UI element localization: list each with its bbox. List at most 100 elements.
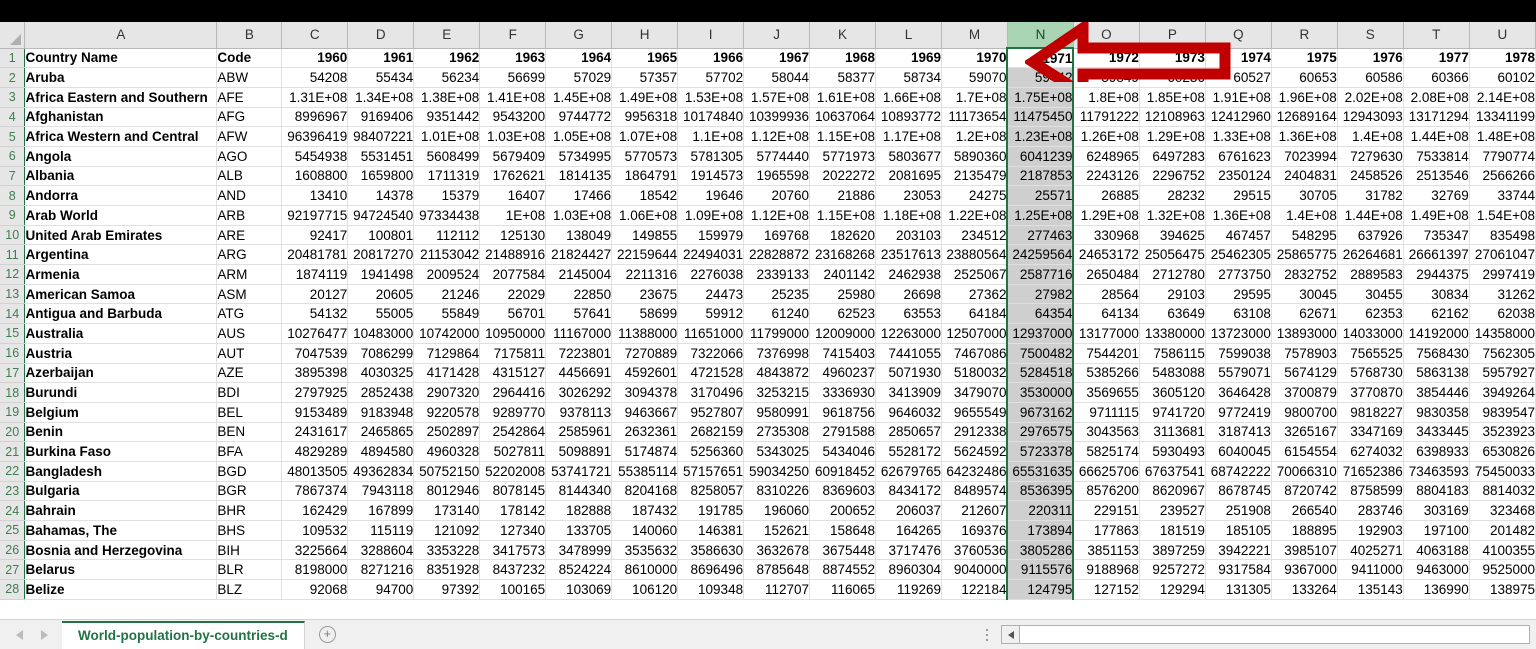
data-cell[interactable]: 8536395 xyxy=(1006,481,1075,502)
data-cell[interactable]: 8960304 xyxy=(875,559,942,581)
data-cell[interactable]: 28232 xyxy=(1139,185,1206,206)
data-cell[interactable]: 2350124 xyxy=(1205,166,1272,187)
table-row[interactable]: 27 Belarus BLR 8198000 8271216 8351928 8437232… xyxy=(0,559,1536,581)
data-cell[interactable]: 27061047 xyxy=(1469,244,1536,266)
data-cell[interactable]: 13341199 xyxy=(1469,107,1536,128)
data-cell[interactable]: 29595 xyxy=(1205,284,1272,305)
data-cell[interactable]: 1.15E+08 xyxy=(809,126,877,147)
data-cell[interactable]: 127152 xyxy=(1073,579,1140,600)
data-cell[interactable]: 5781305 xyxy=(677,146,745,167)
data-cell[interactable]: 30045 xyxy=(1271,284,1338,305)
data-cell[interactable]: 140060 xyxy=(611,520,679,541)
data-cell[interactable]: 2135479 xyxy=(941,166,1008,187)
data-cell[interactable]: 4171428 xyxy=(413,363,481,384)
data-cell[interactable]: 8310226 xyxy=(743,481,811,502)
data-cell[interactable]: 6248965 xyxy=(1073,146,1140,167)
data-cell[interactable]: 9257272 xyxy=(1139,559,1206,581)
header-cell[interactable]: 1961 xyxy=(347,48,415,69)
data-cell[interactable]: 30834 xyxy=(1403,284,1470,305)
data-cell[interactable]: 3897259 xyxy=(1139,540,1206,561)
data-cell[interactable]: Benin xyxy=(24,422,218,443)
data-cell[interactable]: 9525000 xyxy=(1469,559,1536,581)
data-cell[interactable]: AUT xyxy=(216,343,283,364)
data-cell[interactable]: 33744 xyxy=(1469,185,1536,206)
data-cell[interactable]: 188895 xyxy=(1271,520,1338,541)
table-row[interactable]: 4 Afghanistan AFG 8996967 9169406 9351442 9543… xyxy=(0,107,1536,128)
data-cell[interactable]: 2276038 xyxy=(677,264,745,285)
data-cell[interactable]: 14378 xyxy=(347,185,415,206)
data-cell[interactable]: 3530000 xyxy=(1006,382,1075,403)
data-cell[interactable]: 5624592 xyxy=(941,441,1008,462)
data-cell[interactable]: 394625 xyxy=(1139,225,1206,246)
table-row[interactable]: 18 Burundi BDI 2797925 2852438 2907320 2964416… xyxy=(0,382,1536,403)
data-cell[interactable]: 58734 xyxy=(875,67,942,88)
data-cell[interactable]: 10893772 xyxy=(875,107,942,128)
scroll-left-button[interactable] xyxy=(1001,625,1020,644)
data-cell[interactable]: 18542 xyxy=(611,185,679,206)
data-cell[interactable]: 125130 xyxy=(479,225,547,246)
data-cell[interactable]: 7544201 xyxy=(1073,343,1140,364)
data-cell[interactable]: 1864791 xyxy=(611,166,679,187)
data-cell[interactable]: 234512 xyxy=(941,225,1008,246)
previous-sheet-icon[interactable] xyxy=(16,629,23,640)
data-cell[interactable]: 5579071 xyxy=(1205,363,1272,384)
data-cell[interactable]: 5098891 xyxy=(545,441,613,462)
data-cell[interactable]: 1.1E+08 xyxy=(677,126,745,147)
data-cell[interactable]: 1941498 xyxy=(347,264,415,285)
data-cell[interactable]: 115119 xyxy=(347,520,415,541)
data-cell[interactable]: BGD xyxy=(216,461,283,482)
data-cell[interactable]: 64134 xyxy=(1073,303,1140,325)
data-cell[interactable]: 1.54E+08 xyxy=(1469,205,1536,226)
data-cell[interactable]: 8258057 xyxy=(677,481,745,502)
data-cell[interactable]: 60102 xyxy=(1469,67,1536,88)
data-cell[interactable]: 24653172 xyxy=(1073,244,1140,266)
data-cell[interactable]: 2712780 xyxy=(1139,264,1206,285)
header-cell[interactable]: 1974 xyxy=(1205,48,1272,69)
table-row[interactable]: 26 Bosnia and Herzegovina BIH 3225664 328860… xyxy=(0,540,1536,561)
data-cell[interactable]: 5343025 xyxy=(743,441,811,462)
data-cell[interactable]: 9289770 xyxy=(479,402,547,423)
data-cell[interactable]: 70066310 xyxy=(1271,461,1338,482)
row-header-15[interactable]: 15 xyxy=(0,323,26,344)
header-cell[interactable]: 1968 xyxy=(809,48,877,69)
data-cell[interactable]: 5385266 xyxy=(1073,363,1140,384)
data-cell[interactable]: ATG xyxy=(216,303,283,325)
row-header-3[interactable]: 3 xyxy=(0,87,26,108)
table-row[interactable]: 24 Bahrain BHR 162429 167899 173140 178142 1828… xyxy=(0,500,1536,521)
data-cell[interactable]: 2773750 xyxy=(1205,264,1272,285)
data-cell[interactable]: 9543200 xyxy=(479,107,547,128)
data-cell[interactable]: 3288604 xyxy=(347,540,415,561)
data-cell[interactable]: Africa Western and Central xyxy=(24,126,218,147)
header-cell[interactable]: Code xyxy=(216,48,283,69)
data-cell[interactable]: 135143 xyxy=(1337,579,1404,600)
data-cell[interactable]: 1.36E+08 xyxy=(1205,205,1272,226)
data-cell[interactable]: 1.2E+08 xyxy=(941,126,1008,147)
data-cell[interactable]: 3535632 xyxy=(611,540,679,561)
data-cell[interactable]: 4960237 xyxy=(809,363,877,384)
data-cell[interactable]: 5803677 xyxy=(875,146,942,167)
data-cell[interactable]: 1.44E+08 xyxy=(1403,126,1470,147)
data-cell[interactable]: 2077584 xyxy=(479,264,547,285)
data-cell[interactable]: 3413909 xyxy=(875,382,942,403)
data-cell[interactable]: 66625706 xyxy=(1073,461,1140,482)
table-row[interactable]: 14 Antigua and Barbuda ATG 54132 55005 55849 5… xyxy=(0,303,1536,325)
data-cell[interactable]: 62353 xyxy=(1337,303,1404,325)
data-cell[interactable]: 2976575 xyxy=(1006,422,1075,443)
data-cell[interactable]: 330968 xyxy=(1073,225,1140,246)
data-cell[interactable]: 59442 xyxy=(1006,67,1075,88)
data-cell[interactable]: 11167000 xyxy=(545,323,613,344)
data-cell[interactable]: 8576200 xyxy=(1073,481,1140,502)
data-cell[interactable]: Azerbaijan xyxy=(24,363,218,384)
data-cell[interactable]: 122184 xyxy=(941,579,1008,600)
data-cell[interactable]: 3760536 xyxy=(941,540,1008,561)
data-cell[interactable]: 2797925 xyxy=(281,382,349,403)
data-cell[interactable]: 5723378 xyxy=(1006,441,1075,462)
data-cell[interactable]: 8678745 xyxy=(1205,481,1272,502)
data-cell[interactable]: 7441055 xyxy=(875,343,942,364)
data-cell[interactable]: 146381 xyxy=(677,520,745,541)
data-cell[interactable]: 28564 xyxy=(1073,284,1140,305)
data-cell[interactable]: 196060 xyxy=(743,500,811,521)
column-header-D[interactable]: D xyxy=(347,22,415,49)
data-cell[interactable]: 27982 xyxy=(1006,284,1075,305)
data-cell[interactable]: 59034250 xyxy=(743,461,811,482)
